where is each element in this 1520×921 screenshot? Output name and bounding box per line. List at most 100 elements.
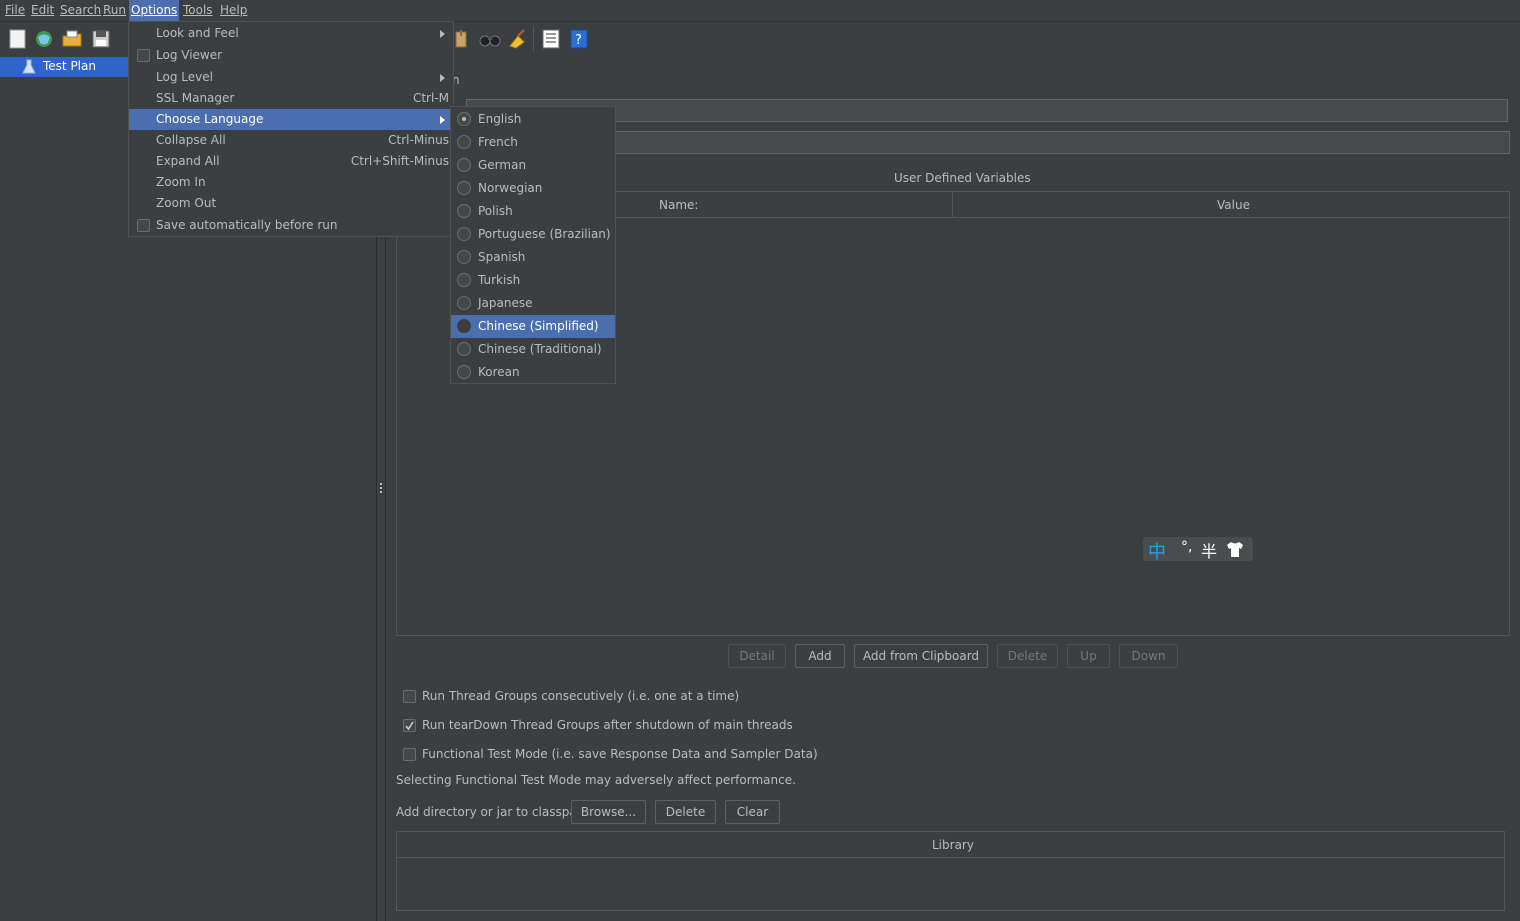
- menu-item-label: Collapse All: [156, 133, 226, 147]
- language-german[interactable]: German: [451, 154, 615, 177]
- menu-run[interactable]: Run: [101, 0, 128, 21]
- comments-input[interactable]: [466, 131, 1510, 154]
- menu-item-zoom-out[interactable]: Zoom Out: [129, 193, 453, 214]
- language-chinese-simplified[interactable]: Chinese (Simplified): [451, 315, 615, 338]
- menu-search[interactable]: Search: [58, 0, 103, 21]
- radio-icon: [457, 227, 471, 241]
- ime-mode[interactable]: 中: [1148, 538, 1166, 564]
- menu-tools[interactable]: Tools: [181, 0, 215, 21]
- radio-icon: [457, 319, 471, 333]
- classpath-delete-button[interactable]: Delete: [655, 800, 716, 824]
- language-label: English: [478, 112, 522, 126]
- radio-icon: [457, 250, 471, 264]
- new-file-icon[interactable]: [7, 28, 29, 50]
- classpath-clear-button[interactable]: Clear: [725, 800, 780, 824]
- add-button[interactable]: Add: [795, 644, 845, 668]
- radio-icon: [457, 158, 471, 172]
- function-helper-icon[interactable]: [452, 28, 474, 50]
- radio-icon: [457, 181, 471, 195]
- menu-file[interactable]: File: [3, 0, 27, 21]
- ime-punctuation[interactable]: °,: [1181, 539, 1192, 555]
- submenu-arrow-icon: [440, 74, 445, 82]
- ime-width[interactable]: 半: [1201, 538, 1217, 562]
- language-label: Polish: [478, 204, 513, 218]
- language-turkish[interactable]: Turkish: [451, 269, 615, 292]
- ime-toolbar[interactable]: 中 °, 半: [1143, 537, 1253, 564]
- language-korean[interactable]: Korean: [451, 361, 615, 384]
- language-label: Turkish: [478, 273, 521, 287]
- menu-item-shortcut: Ctrl+Shift-Minus: [350, 154, 449, 168]
- menu-item-label: Zoom Out: [156, 196, 217, 210]
- language-polish[interactable]: Polish: [451, 200, 615, 223]
- language-label: Chinese (Traditional): [478, 342, 602, 356]
- radio-icon: [457, 273, 471, 287]
- menu-item-ssl-manager[interactable]: SSL Manager Ctrl-M: [129, 88, 453, 109]
- language-french[interactable]: French: [451, 131, 615, 154]
- tree-item-label: Test Plan: [43, 59, 96, 73]
- run-teardown-checkbox[interactable]: [403, 719, 416, 732]
- language-japanese[interactable]: Japanese: [451, 292, 615, 315]
- add-from-clipboard-button[interactable]: Add from Clipboard: [854, 644, 988, 668]
- menu-item-label: Log Viewer: [156, 48, 223, 62]
- search-binoculars-icon[interactable]: [479, 28, 501, 50]
- menu-options[interactable]: Options: [129, 0, 180, 21]
- language-english[interactable]: English: [451, 108, 615, 131]
- save-icon[interactable]: [90, 28, 112, 50]
- language-label: Korean: [478, 365, 520, 379]
- menu-edit[interactable]: Edit: [29, 0, 56, 21]
- functional-mode-label: Functional Test Mode (i.e. save Response…: [422, 747, 818, 761]
- udv-title: User Defined Variables: [894, 171, 1031, 185]
- radio-icon: [457, 365, 471, 379]
- submenu-arrow-icon: [440, 30, 445, 38]
- menu-item-log-level[interactable]: Log Level: [129, 67, 453, 88]
- run-teardown-label: Run tearDown Thread Groups after shutdow…: [422, 718, 793, 732]
- menu-item-look-and-feel[interactable]: Look and Feel: [129, 23, 453, 44]
- log-list-icon[interactable]: [540, 28, 562, 50]
- classpath-label: Add directory or jar to classpath: [396, 805, 590, 819]
- delete-row-button[interactable]: Delete: [997, 644, 1058, 668]
- radio-icon: [457, 342, 471, 356]
- language-label: Norwegian: [478, 181, 543, 195]
- run-consecutively-checkbox[interactable]: [403, 690, 416, 703]
- shirt-icon[interactable]: [1225, 540, 1245, 561]
- help-icon[interactable]: ?: [568, 28, 590, 50]
- udv-header-value[interactable]: Value: [953, 192, 1509, 218]
- menu-item-label: Save automatically before run: [156, 218, 338, 232]
- flask-icon: [22, 59, 36, 78]
- language-chinese-traditional[interactable]: Chinese (Traditional): [451, 338, 615, 361]
- menu-item-expand-all[interactable]: Expand All Ctrl+Shift-Minus: [129, 151, 453, 172]
- radio-icon: [457, 135, 471, 149]
- language-spanish[interactable]: Spanish: [451, 246, 615, 269]
- menu-item-log-viewer[interactable]: Log Viewer: [129, 45, 453, 66]
- run-consecutively-label: Run Thread Groups consecutively (i.e. on…: [422, 689, 740, 703]
- menu-item-save-auto[interactable]: Save automatically before run: [129, 215, 453, 236]
- menu-item-shortcut: Ctrl-Minus: [388, 133, 449, 147]
- menu-item-collapse-all[interactable]: Collapse All Ctrl-Minus: [129, 130, 453, 151]
- templates-icon[interactable]: [33, 28, 55, 50]
- library-table[interactable]: Library: [396, 831, 1505, 911]
- udv-header-value-label: Value: [1217, 198, 1250, 212]
- radio-icon: [457, 204, 471, 218]
- clear-broom-icon[interactable]: [506, 28, 528, 50]
- open-folder-icon[interactable]: [61, 28, 83, 50]
- functional-mode-checkbox[interactable]: [403, 748, 416, 761]
- language-norwegian[interactable]: Norwegian: [451, 177, 615, 200]
- log-viewer-checkbox[interactable]: [137, 49, 150, 62]
- up-button[interactable]: Up: [1067, 644, 1110, 668]
- save-auto-checkbox[interactable]: [137, 219, 150, 232]
- language-label: Japanese: [478, 296, 533, 310]
- name-input[interactable]: [466, 99, 1508, 122]
- udv-header-name-label: Name:: [659, 198, 699, 212]
- detail-button[interactable]: Detail: [728, 644, 786, 668]
- language-portuguese-brazilian[interactable]: Portuguese (Brazilian): [451, 223, 615, 246]
- menu-item-label: Look and Feel: [156, 26, 239, 40]
- svg-text:?: ?: [575, 33, 582, 48]
- library-header-label: Library: [932, 838, 974, 852]
- down-button[interactable]: Down: [1119, 644, 1178, 668]
- library-header[interactable]: Library: [397, 832, 1504, 858]
- menu-item-choose-language[interactable]: Choose Language: [129, 109, 453, 130]
- menu-bar: File Edit Search Run Options Tools Help: [0, 0, 1520, 22]
- browse-button[interactable]: Browse...: [571, 800, 646, 824]
- menu-item-zoom-in[interactable]: Zoom In: [129, 172, 453, 193]
- menu-help[interactable]: Help: [218, 0, 249, 21]
